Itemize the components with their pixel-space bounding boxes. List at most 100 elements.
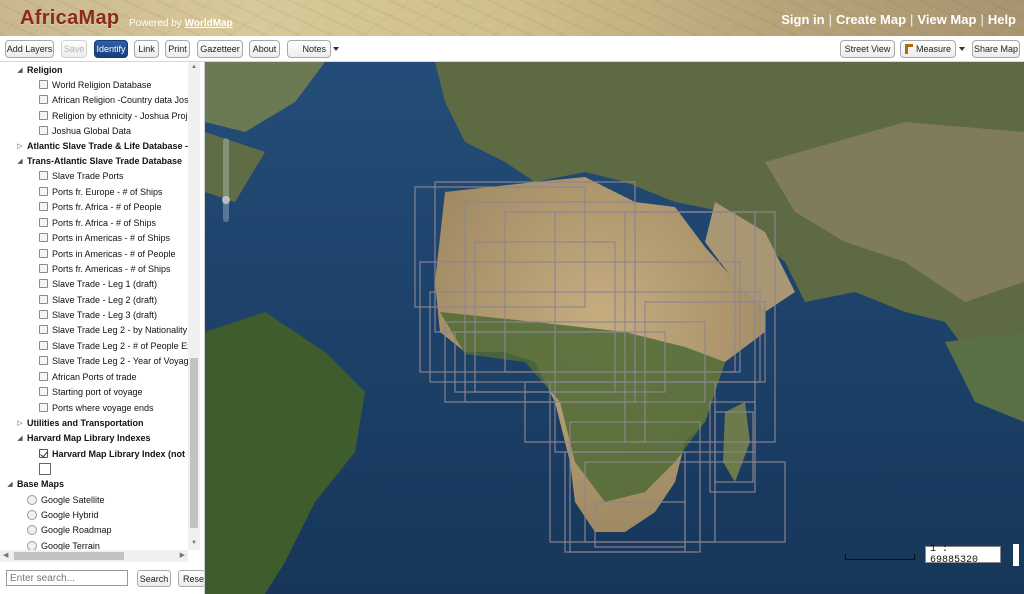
help-link[interactable]: Help	[988, 12, 1016, 27]
print-button[interactable]: Print	[165, 40, 190, 58]
collapse-icon[interactable]: ◢	[16, 157, 24, 165]
layer-group-base-maps[interactable]: ◢ Base Maps	[6, 476, 64, 491]
layer-checkbox-checked[interactable]	[39, 449, 48, 458]
layer-checkbox[interactable]	[39, 356, 48, 365]
layer-checkbox[interactable]	[39, 171, 48, 180]
nav-separator: |	[828, 12, 832, 27]
notes-dropdown-icon[interactable]	[333, 47, 339, 51]
layer-checkbox[interactable]	[39, 462, 51, 475]
layer-checkbox[interactable]	[39, 264, 48, 273]
scrollbar-thumb[interactable]	[14, 552, 124, 560]
zoom-slider[interactable]	[222, 138, 230, 222]
share-map-button[interactable]: Share Map	[972, 40, 1020, 58]
layer-checkbox[interactable]	[39, 80, 48, 89]
base-map-option[interactable]: Google Satellite	[27, 492, 105, 507]
scrollbar-thumb[interactable]	[190, 358, 198, 528]
scroll-up-icon[interactable]: ▲	[191, 64, 197, 70]
scroll-left-icon[interactable]: ◀	[3, 551, 8, 559]
collapse-icon[interactable]: ◢	[6, 480, 14, 488]
layer-checkbox[interactable]	[39, 249, 48, 258]
base-map-radio[interactable]	[27, 524, 37, 535]
layer-checkbox[interactable]	[39, 233, 48, 242]
app-logo[interactable]: AfricaMap	[20, 7, 119, 30]
layer-checkbox[interactable]	[39, 341, 48, 350]
worldmap-link[interactable]: WorldMap	[185, 18, 233, 29]
create-map-link[interactable]: Create Map	[836, 12, 906, 27]
scroll-right-icon[interactable]: ▶	[180, 551, 185, 559]
search-input[interactable]	[6, 570, 128, 586]
layer-item[interactable]: Slave Trade Ports	[39, 168, 124, 183]
base-map-option[interactable]: Google Hybrid	[27, 507, 99, 522]
layer-checkbox[interactable]	[39, 126, 48, 135]
tree-vertical-scrollbar[interactable]: ▲ ▼	[188, 62, 200, 550]
reset-button[interactable]: Rese	[178, 570, 204, 587]
layer-checkbox[interactable]	[39, 295, 48, 304]
layer-group-religion[interactable]: ◢ Religion	[16, 62, 62, 77]
layer-checkbox[interactable]	[39, 95, 48, 104]
layer-extra-checkbox-row[interactable]	[39, 461, 51, 476]
layer-tree-panel: ◢ Religion World Religion Database Afric…	[0, 62, 205, 594]
tree-horizontal-scrollbar[interactable]: ◀ ▶	[0, 550, 188, 562]
layer-item[interactable]: Slave Trade Leg 2 - by Nationality	[39, 322, 187, 337]
layer-checkbox[interactable]	[39, 218, 48, 227]
sign-in-link[interactable]: Sign in	[781, 12, 824, 27]
layer-checkbox[interactable]	[39, 403, 48, 412]
zoom-slider-handle[interactable]	[222, 196, 230, 204]
expand-icon[interactable]: ▷	[16, 419, 24, 427]
layer-item[interactable]: Slave Trade Leg 2 - # of People Ex	[39, 338, 188, 353]
layer-group-harvard[interactable]: ◢ Harvard Map Library Indexes	[16, 430, 150, 445]
layer-item[interactable]: Ports fr. Africa - # of People	[39, 199, 162, 214]
map-view[interactable]: 1 : 69885320	[205, 62, 1024, 594]
layer-item[interactable]: Ports where voyage ends	[39, 400, 154, 415]
layer-group-utilities[interactable]: ▷ Utilities and Transportation	[16, 415, 143, 430]
layer-item[interactable]: Slave Trade - Leg 3 (draft)	[39, 307, 157, 322]
layer-checkbox[interactable]	[39, 111, 48, 120]
collapse-icon[interactable]: ◢	[16, 434, 24, 442]
layer-item[interactable]: African Ports of trade	[39, 369, 137, 384]
layer-checkbox[interactable]	[39, 387, 48, 396]
layer-checkbox[interactable]	[39, 310, 48, 319]
add-layers-button[interactable]: Add Layers	[5, 40, 54, 58]
group-title: Base Maps	[17, 478, 65, 489]
scroll-down-icon[interactable]: ▼	[191, 540, 197, 546]
layer-item[interactable]: Ports fr. Americas - # of Ships	[39, 261, 171, 276]
layer-item[interactable]: Slave Trade - Leg 1 (draft)	[39, 276, 157, 291]
layer-item[interactable]: World Religion Database	[39, 77, 151, 92]
layer-checkbox[interactable]	[39, 202, 48, 211]
layer-group-trans-atlantic[interactable]: ◢ Trans-Atlantic Slave Trade Database	[16, 153, 182, 168]
layer-item[interactable]: Religion by ethnicity - Joshua Proje	[39, 108, 188, 123]
layer-item[interactable]: Ports in Americas - # of People	[39, 246, 176, 261]
collapse-icon[interactable]: ◢	[16, 66, 24, 74]
layer-item[interactable]: Joshua Global Data	[39, 123, 131, 138]
layer-item[interactable]: Slave Trade Leg 2 - Year of Voyage	[39, 353, 188, 368]
layer-checkbox[interactable]	[39, 372, 48, 381]
base-map-option[interactable]: Google Terrain	[27, 538, 100, 550]
expand-icon[interactable]: ▷	[16, 142, 24, 150]
layer-item[interactable]: Ports fr. Europe - # of Ships	[39, 184, 163, 199]
layer-checkbox[interactable]	[39, 279, 48, 288]
view-map-link[interactable]: View Map	[917, 12, 976, 27]
street-view-button[interactable]: Street View	[840, 40, 895, 58]
base-map-option[interactable]: Google Roadmap	[27, 522, 112, 537]
layer-item-harvard-index[interactable]: Harvard Map Library Index (not c	[39, 446, 188, 461]
measure-dropdown-icon[interactable]	[959, 47, 965, 51]
layer-item[interactable]: Ports in Americas - # of Ships	[39, 230, 170, 245]
layer-checkbox[interactable]	[39, 187, 48, 196]
layer-item[interactable]: Ports fr. Africa - # of Ships	[39, 215, 156, 230]
gazetteer-button[interactable]: Gazetteer	[197, 40, 243, 58]
identify-button[interactable]: Identify	[94, 40, 128, 58]
layer-checkbox[interactable]	[39, 325, 48, 334]
base-map-radio[interactable]	[27, 540, 37, 550]
link-button[interactable]: Link	[134, 40, 159, 58]
measure-button[interactable]: Measure	[900, 40, 956, 58]
search-button[interactable]: Search	[137, 570, 171, 587]
layer-item[interactable]: Slave Trade - Leg 2 (draft)	[39, 292, 157, 307]
layer-item[interactable]: African Religion -Country data Josh	[39, 92, 188, 107]
notes-button[interactable]: Notes	[287, 40, 331, 58]
save-button[interactable]: Save	[61, 40, 87, 58]
layer-item[interactable]: Starting port of voyage	[39, 384, 143, 399]
layer-group-atlantic[interactable]: ▷ Atlantic Slave Trade & Life Database -	[16, 138, 188, 153]
base-map-radio[interactable]	[27, 494, 37, 505]
base-map-radio[interactable]	[27, 509, 37, 520]
about-button[interactable]: About	[249, 40, 280, 58]
